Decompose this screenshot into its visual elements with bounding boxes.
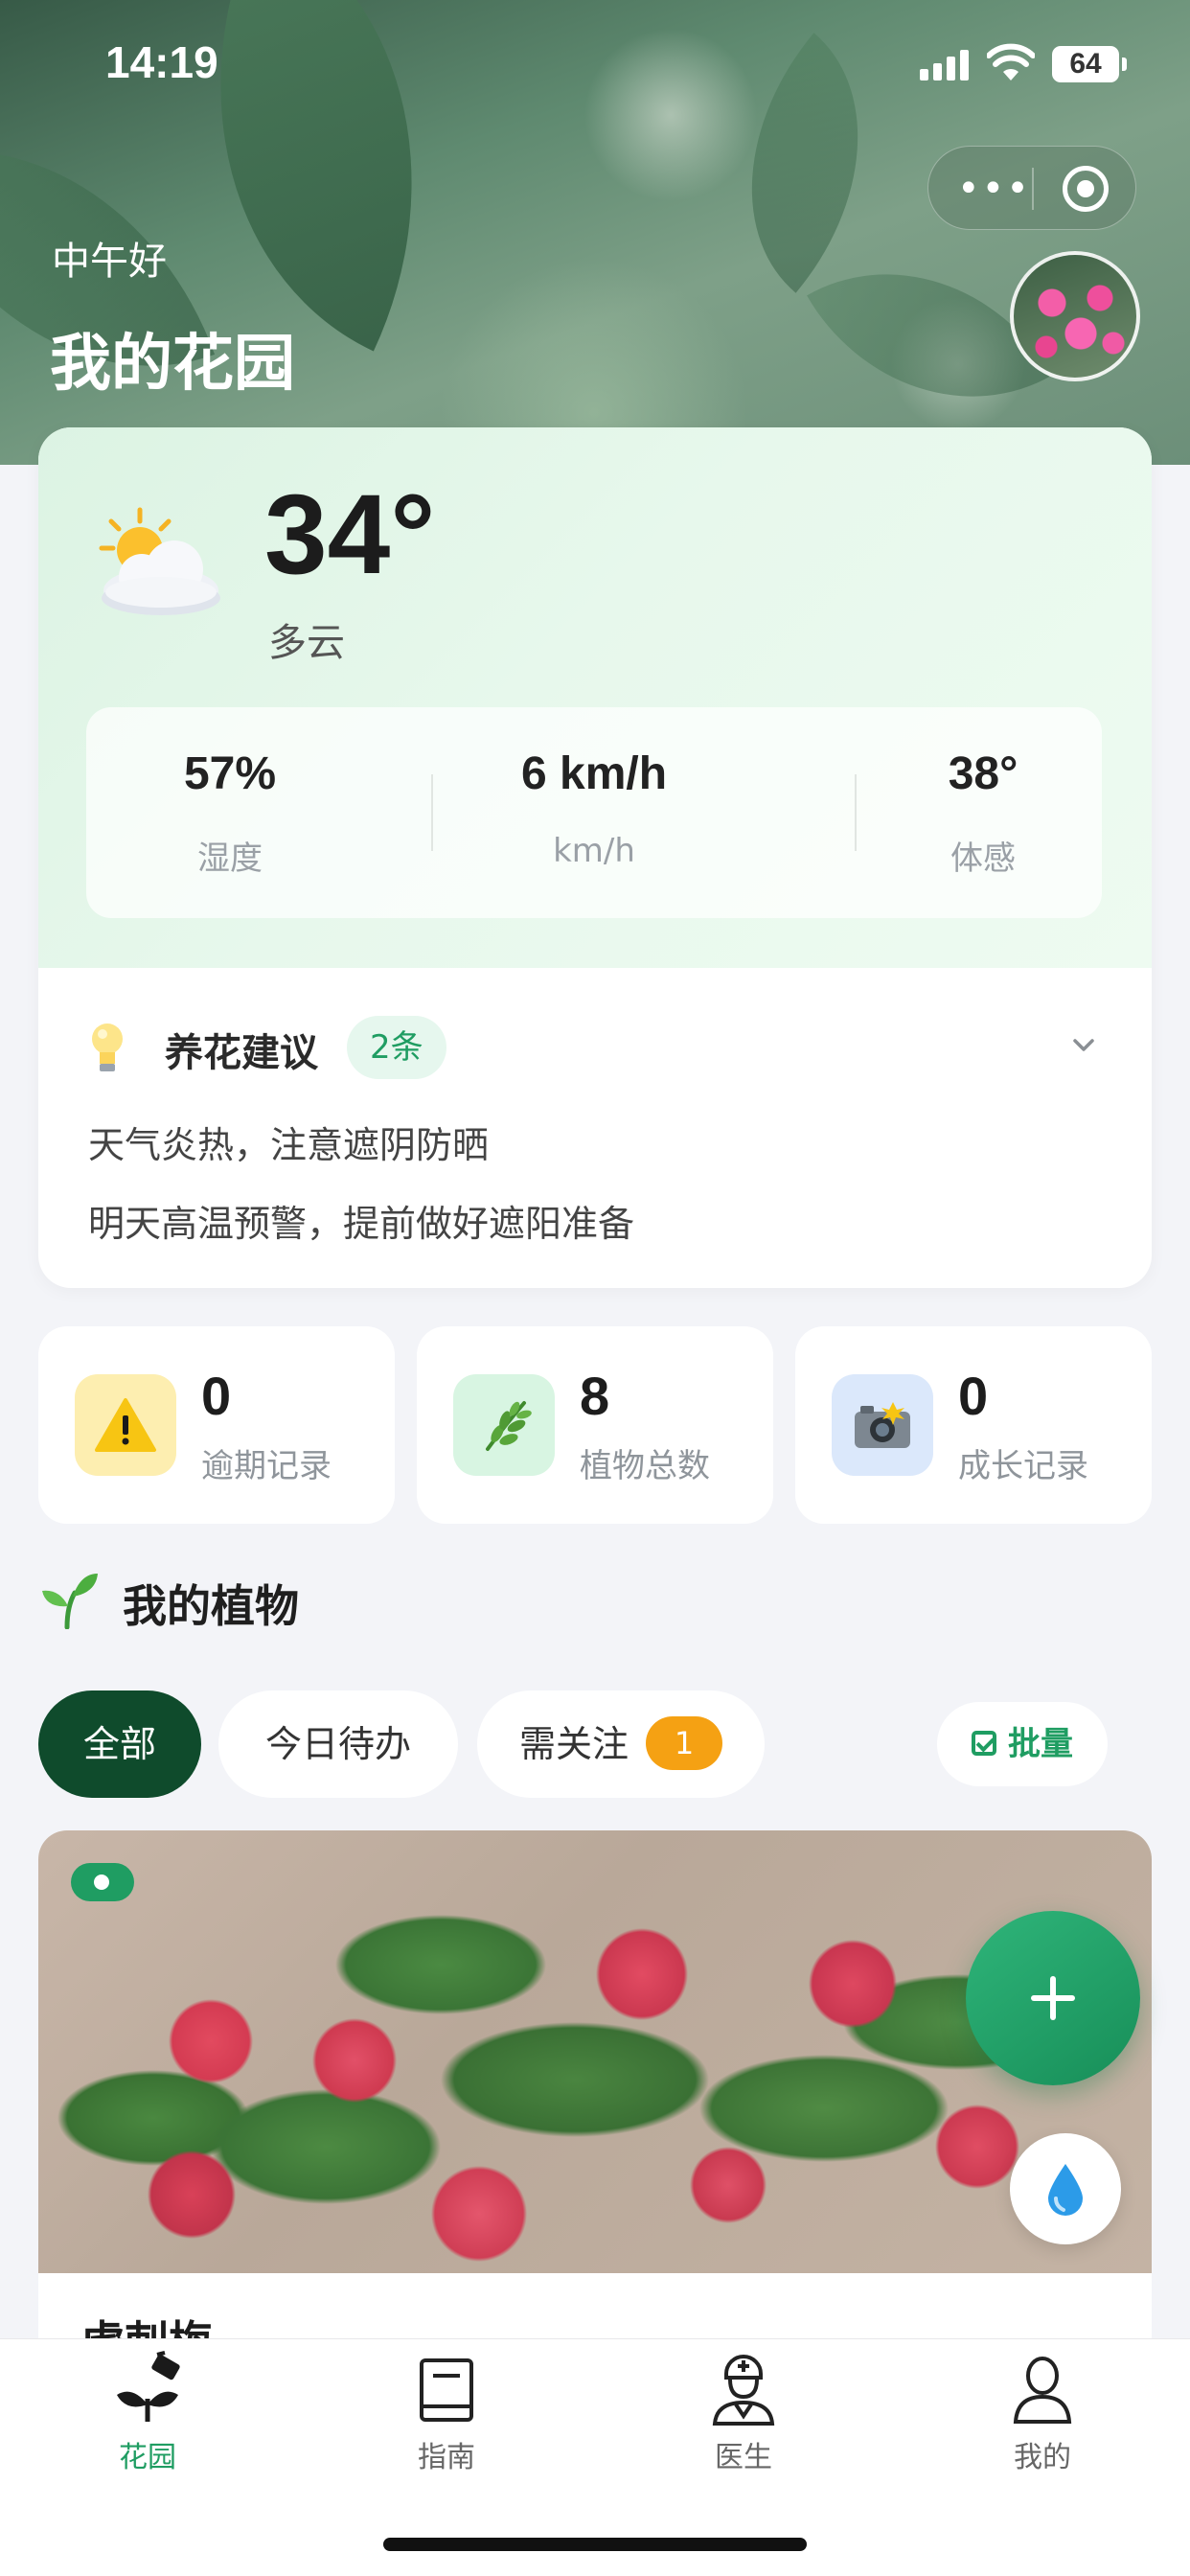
sun-behind-cloud-icon: [99, 507, 220, 615]
humidity-value: 57%: [183, 748, 277, 799]
filter-tab-attention[interactable]: 需关注 1: [477, 1690, 765, 1798]
tips-title: 养花建议: [165, 1031, 318, 1075]
book-icon: [420, 2358, 473, 2422]
batch-label: 批量: [1008, 1725, 1073, 1763]
feels-like-metric: 38° 体感: [839, 707, 1127, 918]
tip-item: 天气炎热，注意遮阴防晒: [88, 1124, 490, 1166]
tab-doctor[interactable]: 医生: [648, 2351, 839, 2495]
humidity-metric: 57% 湿度: [86, 707, 374, 918]
water-drop-icon: [1048, 2164, 1083, 2216]
wind-metric: 6 km/h km/h: [450, 707, 738, 918]
chevron-down-icon[interactable]: [1069, 1031, 1098, 1060]
status-badge: [71, 1863, 134, 1901]
tip-item: 明天高温预警，提前做好遮阳准备: [88, 1203, 635, 1245]
profile-icon: [1013, 2357, 1072, 2424]
checkbox-icon: [972, 1730, 996, 1756]
header-banner: 14:19 64 ••• 中午好 我的花园: [0, 0, 1190, 465]
warning-icon: [75, 1374, 176, 1476]
close-target-icon[interactable]: [1063, 166, 1109, 212]
status-time: 14:19: [105, 37, 218, 87]
mini-program-capsule[interactable]: •••: [927, 146, 1136, 230]
greeting-text: 中午好: [52, 240, 167, 284]
status-bar: 14:19 64: [0, 0, 1190, 125]
overdue-count: 0: [201, 1366, 232, 1426]
signal-icon: [920, 50, 970, 80]
tab-profile[interactable]: 我的: [947, 2351, 1138, 2495]
wifi-icon: [987, 43, 1035, 80]
stat-card-growth[interactable]: 0 成长记录: [795, 1326, 1152, 1524]
plants-count: 8: [580, 1366, 610, 1426]
page-title: 我的花园: [50, 329, 295, 400]
tab-garden-label: 花园: [119, 2441, 176, 2474]
weather-summary: 34° 多云 57% 湿度 6 km/h km/h 38° 体感: [38, 427, 1152, 968]
lightbulb-icon: [92, 1024, 123, 1071]
weather-condition: 多云: [268, 621, 345, 665]
filter-tab-all[interactable]: 全部: [38, 1690, 201, 1798]
weather-metrics: 57% 湿度 6 km/h km/h 38° 体感: [86, 707, 1102, 918]
tab-doctor-label: 医生: [715, 2441, 772, 2474]
weather-card: 34° 多云 57% 湿度 6 km/h km/h 38° 体感 养花建议 2条: [38, 427, 1152, 1288]
growth-count: 0: [958, 1366, 989, 1426]
filter-tab-today[interactable]: 今日待办: [218, 1690, 458, 1798]
garden-icon: [117, 2351, 180, 2422]
camera-icon: [832, 1374, 933, 1476]
overdue-label: 逾期记录: [201, 1447, 332, 1485]
temperature-value: 34°: [264, 472, 436, 598]
batch-button[interactable]: 批量: [937, 1702, 1108, 1786]
battery-indicator: 64: [1052, 46, 1127, 82]
tips-count-badge: 2条: [347, 1016, 446, 1079]
tab-profile-label: 我的: [1014, 2441, 1071, 2474]
feels-like-label: 体感: [950, 840, 1016, 878]
tab-guide[interactable]: 指南: [351, 2351, 542, 2495]
more-dots-icon[interactable]: •••: [957, 170, 1031, 208]
tab-garden[interactable]: 花园: [52, 2351, 243, 2495]
attention-count-badge: 1: [646, 1715, 722, 1770]
stat-card-overdue[interactable]: 0 逾期记录: [38, 1326, 395, 1524]
plant-card[interactable]: 虎刺梅: [38, 1830, 1152, 2367]
feels-like-value: 38°: [948, 748, 1018, 799]
tab-guide-label: 指南: [418, 2441, 475, 2474]
wind-value: 6 km/h: [520, 748, 668, 799]
add-plant-button[interactable]: [966, 1911, 1140, 2085]
stat-card-plants[interactable]: 8 植物总数: [417, 1326, 773, 1524]
seedling-icon: [42, 1574, 98, 1629]
wind-label: km/h: [553, 832, 635, 870]
doctor-icon: [712, 2355, 775, 2426]
growth-label: 成长记录: [958, 1447, 1088, 1485]
avatar[interactable]: [1010, 251, 1140, 381]
filter-tab-attention-label: 需关注: [518, 1723, 629, 1765]
section-title-plants: 我的植物: [123, 1580, 299, 1632]
humidity-label: 湿度: [197, 840, 263, 878]
plants-label: 植物总数: [580, 1447, 710, 1485]
home-indicator: [383, 2538, 807, 2551]
herb-icon: [453, 1374, 555, 1476]
water-button[interactable]: [1010, 2133, 1121, 2244]
